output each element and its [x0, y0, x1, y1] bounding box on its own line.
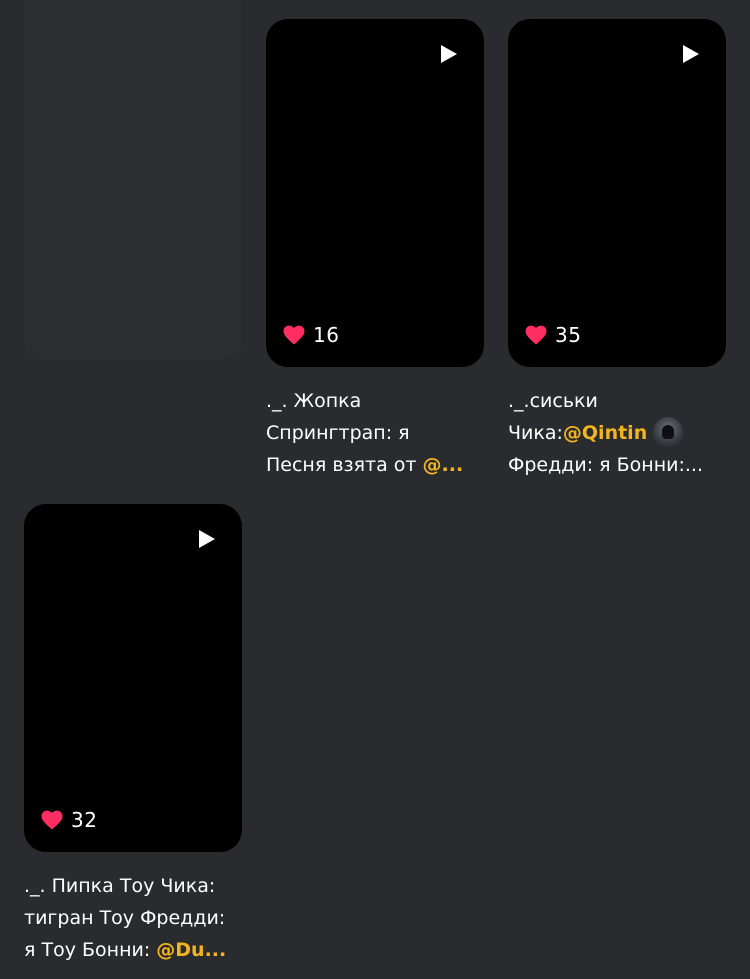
- user-mention[interactable]: @Qintin: [563, 422, 647, 444]
- like-counter: 35: [525, 323, 581, 347]
- like-counter: 16: [283, 323, 339, 347]
- video-thumbnail[interactable]: 32: [24, 504, 242, 852]
- video-card[interactable]: 16 ._. Жопка Спрингтрап: я Песня взята о…: [266, 19, 484, 481]
- like-count: 35: [555, 323, 582, 347]
- play-icon: [441, 45, 457, 63]
- play-icon: [199, 530, 215, 548]
- caption-line: ._. Жопка: [266, 390, 362, 412]
- caption-line: я Тоу Бонни: @Du...: [24, 934, 242, 966]
- caption-line: Песня взята от @...: [266, 449, 484, 481]
- video-caption[interactable]: ._.сиськи Чика:@Qintin Фредди: я Бонни:.…: [508, 385, 726, 481]
- play-icon: [683, 45, 699, 63]
- user-mention[interactable]: @Du...: [156, 939, 226, 961]
- caption-line: ._. Пипка Тоу Чика:: [24, 875, 216, 897]
- caption-line: Фредди: я Бонни:...: [508, 454, 704, 476]
- heart-icon: [525, 325, 547, 345]
- heart-icon: [41, 810, 63, 830]
- video-card[interactable]: 35 ._.сиськи Чика:@Qintin Фредди: я Бонн…: [508, 19, 726, 481]
- heart-icon: [283, 325, 305, 345]
- caption-line: Спрингтрап: я: [266, 422, 410, 444]
- caption-line: тигран Тоу Фредди:: [24, 907, 226, 929]
- like-counter: 32: [41, 808, 97, 832]
- user-mention[interactable]: @...: [423, 454, 464, 476]
- video-caption[interactable]: ._. Пипка Тоу Чика: тигран Тоу Фредди: я…: [24, 870, 242, 966]
- caption-line: Чика:@Qintin: [508, 417, 726, 449]
- video-thumbnail[interactable]: 35: [508, 19, 726, 367]
- caption-text: Песня взята от: [266, 454, 423, 476]
- video-caption[interactable]: ._. Жопка Спрингтрап: я Песня взята от @…: [266, 385, 484, 481]
- caption-text: Чика:: [508, 422, 563, 444]
- video-thumbnail[interactable]: 16: [266, 19, 484, 367]
- caption-text: я Тоу Бонни:: [24, 939, 157, 961]
- loading-placeholder-card: [24, 0, 242, 360]
- video-card[interactable]: 32 ._. Пипка Тоу Чика: тигран Тоу Фредди…: [24, 504, 242, 966]
- caption-line: ._.сиськи: [508, 390, 598, 412]
- avatar[interactable]: [653, 417, 684, 447]
- like-count: 32: [71, 808, 98, 832]
- like-count: 16: [313, 323, 340, 347]
